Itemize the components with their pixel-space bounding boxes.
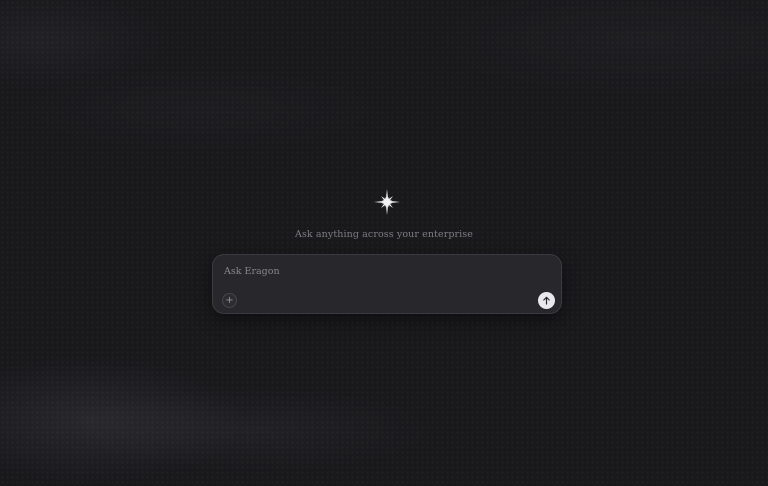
ask-input[interactable]	[224, 263, 544, 279]
sparkle-icon	[374, 189, 400, 215]
page: Ask anything across your enterprise +	[0, 0, 768, 486]
attach-button[interactable]: +	[222, 293, 237, 308]
hero-subtitle: Ask anything across your enterprise	[294, 229, 474, 240]
plus-icon: +	[225, 295, 234, 306]
background-texture	[0, 0, 768, 486]
chat-composer: +	[212, 254, 562, 314]
arrow-up-icon	[543, 296, 550, 305]
send-button[interactable]	[538, 292, 555, 309]
